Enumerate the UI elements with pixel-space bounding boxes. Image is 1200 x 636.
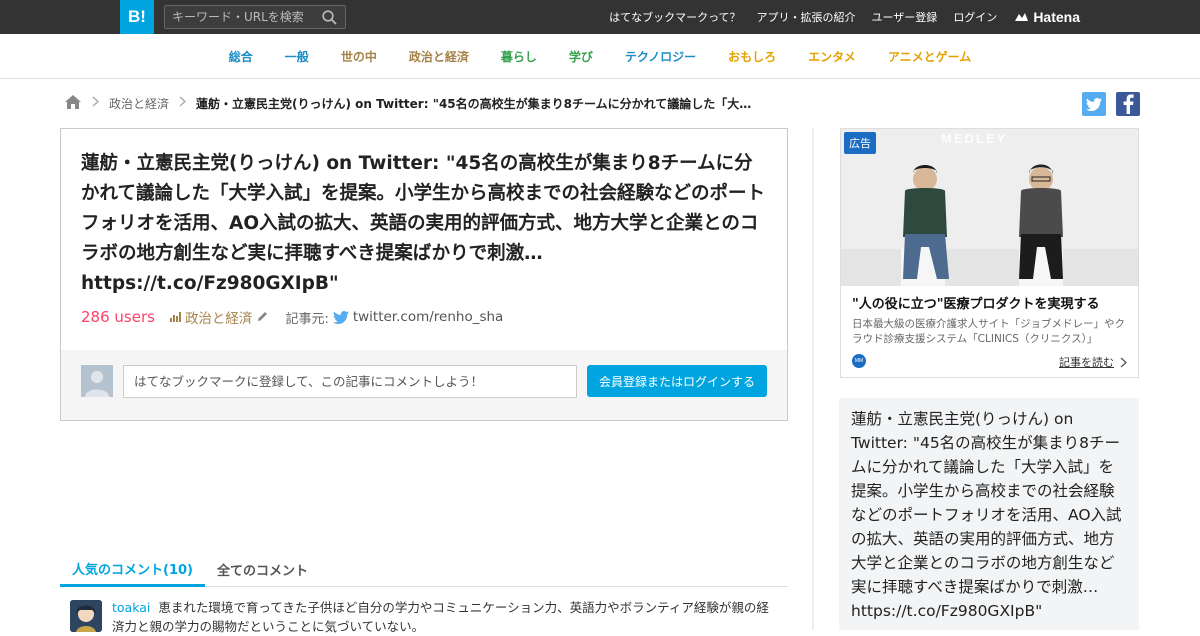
category-tab-life[interactable]: 暮らし <box>485 48 553 65</box>
facebook-share-button[interactable] <box>1116 92 1140 116</box>
chevron-right-icon <box>1120 357 1127 367</box>
brand-label: Hatena <box>1033 9 1080 25</box>
comment-text: 恵まれた環境で育ってきた子供ほど自分の学力やコミュニケーション力、英語力やボラン… <box>112 600 769 634</box>
ad-watermark: MEDLEY <box>941 131 1008 146</box>
category-tab-entertainment[interactable]: エンタメ <box>792 48 872 65</box>
hatena-bookmark-logo[interactable]: B! <box>120 0 154 34</box>
advertiser-logo-icon: MM <box>852 354 866 368</box>
breadcrumb-category[interactable]: 政治と経済 <box>109 95 169 112</box>
column-divider <box>812 128 814 630</box>
ad-description: 日本最大級の医療介護求人サイト「ジョブメドレー」やクラウド診療支援システム「CL… <box>852 318 1125 345</box>
nav-about[interactable]: はてなブックマークって？ <box>609 9 740 25</box>
comment-body: toakai 恵まれた環境で育ってきた子供ほど自分の学力やコミュニケーション力、英… <box>112 598 772 636</box>
source-link[interactable]: twitter.com/renho_sha <box>332 309 504 325</box>
breadcrumb-current: 蓮舫・立憲民主党(りっけん) on Twitter: "45名の高校生が集まり8… <box>196 96 757 111</box>
facebook-icon <box>1123 94 1134 114</box>
tab-all-comments[interactable]: 全てのコメント <box>205 552 320 587</box>
ad-badge: 広告 <box>844 132 876 154</box>
comment-user[interactable]: toakai <box>112 600 150 615</box>
user-avatar[interactable] <box>70 600 102 632</box>
search-box[interactable] <box>164 5 346 29</box>
category-tab-knowledge[interactable]: 学び <box>553 48 609 65</box>
nav-apps[interactable]: アプリ・拡張の紹介 <box>757 9 856 25</box>
search-icon[interactable] <box>322 10 337 29</box>
bookmark-users-count[interactable]: 286 users <box>81 308 155 326</box>
global-header: B! はてなブックマークって？ アプリ・拡張の紹介 ユーザー登録 ログイン Ha… <box>0 0 1200 34</box>
twitter-bird-icon <box>332 310 349 324</box>
chevron-right-icon <box>179 96 187 110</box>
sidebar-ad[interactable]: 広告 MEDLEY "人の役に立つ"医療プロダクトを実現する 日本最大級の医療介… <box>840 128 1139 378</box>
entry-summary: 蓮舫・立憲民主党(りっけん) on Twitter: "45名の高校生が集まり8… <box>839 398 1139 630</box>
comment-input[interactable] <box>123 365 577 398</box>
search-input[interactable] <box>172 9 317 25</box>
source-label: 記事元: <box>285 311 329 327</box>
entry-category[interactable]: 政治と経済 <box>169 307 253 327</box>
category-tab-game[interactable]: アニメとゲーム <box>872 48 987 65</box>
comment-bar: 会員登録またはログインする <box>61 350 787 420</box>
breadcrumb: 政治と経済 蓮舫・立憲民主党(りっけん) on Twitter: "45名の高校… <box>64 92 764 114</box>
chevron-right-icon <box>92 96 100 110</box>
category-tab-social[interactable]: 世の中 <box>325 48 393 65</box>
category-tab-fun[interactable]: おもしろ <box>712 48 792 65</box>
tab-popular-comments[interactable]: 人気のコメント(10) <box>60 552 205 587</box>
comment-tabs: 人気のコメント(10) 全てのコメント <box>60 552 788 587</box>
login-register-button[interactable]: 会員登録またはログインする <box>587 365 767 397</box>
category-tab-it[interactable]: テクノロジー <box>609 48 712 65</box>
entry-meta: 286 users 政治と経済 記事元: twitter.com/renho_s… <box>81 307 503 327</box>
chart-icon <box>169 312 181 322</box>
ad-title[interactable]: "人の役に立つ"医療プロダクトを実現する <box>852 293 1100 312</box>
guest-avatar <box>81 365 113 397</box>
ad-read-more[interactable]: 記事を読む <box>1059 354 1128 370</box>
category-tab-sougou[interactable]: 総合 <box>213 48 269 65</box>
twitter-icon <box>1086 97 1102 111</box>
top-nav: はてなブックマークって？ アプリ・拡張の紹介 ユーザー登録 ログイン Haten… <box>593 0 1080 34</box>
pencil-icon[interactable] <box>256 308 269 327</box>
entry-card: 蓮舫・立憲民主党(りっけん) on Twitter: "45名の高校生が集まり8… <box>60 128 788 421</box>
category-tab-economics[interactable]: 政治と経済 <box>393 48 485 65</box>
ad-photo[interactable]: 広告 MEDLEY <box>841 129 1138 286</box>
nav-login[interactable]: ログイン <box>953 9 997 25</box>
twitter-share-button[interactable] <box>1082 92 1106 116</box>
ad-read-more-label: 記事を読む <box>1059 356 1114 369</box>
hatena-brand[interactable]: Hatena <box>1013 9 1080 25</box>
entry-category-label: 政治と経済 <box>184 311 253 327</box>
hatena-logo-icon <box>1015 13 1029 21</box>
entry-title[interactable]: 蓮舫・立憲民主党(りっけん) on Twitter: "45名の高校生が集まり8… <box>81 149 771 299</box>
category-nav: 総合 一般 世の中 政治と経済 暮らし 学び テクノロジー おもしろ エンタメ … <box>0 34 1200 79</box>
nav-register[interactable]: ユーザー登録 <box>872 9 938 25</box>
home-icon[interactable] <box>64 94 82 113</box>
category-tab-general[interactable]: 一般 <box>269 48 325 65</box>
source-domain: twitter.com/renho_sha <box>352 309 504 325</box>
